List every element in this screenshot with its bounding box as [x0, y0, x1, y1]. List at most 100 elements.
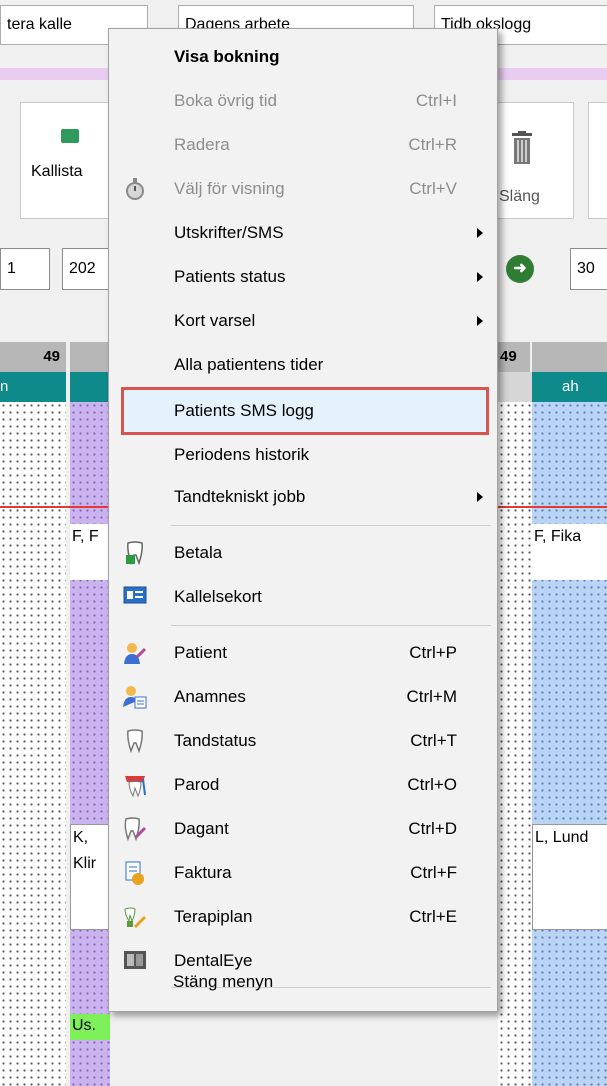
menu-label: Patients status	[174, 267, 286, 286]
trash-icon	[511, 131, 533, 165]
booking-text-k: K,	[73, 829, 89, 846]
menu-label: Kort varsel	[174, 311, 256, 330]
menu-label: Boka övrig tid	[174, 91, 277, 110]
menu-item-boka-ovrig-tid[interactable]: Boka övrig tid Ctrl+I	[109, 81, 497, 121]
kallista-icon	[61, 129, 79, 143]
menu-label: Patients SMS logg	[174, 401, 314, 420]
menu-separator	[171, 525, 491, 526]
menu-label: Utskrifter/SMS	[174, 223, 284, 242]
menu-label: Patient	[174, 643, 227, 662]
menu-item-betala[interactable]: Betala	[109, 533, 497, 573]
column-number-right: 49	[498, 342, 530, 372]
menu-label: Parod	[174, 775, 220, 794]
menu-item-radera[interactable]: Radera Ctrl+R	[109, 125, 497, 165]
parod-icon	[123, 773, 147, 798]
menu-item-kort-varsel[interactable]: Kort varsel	[109, 301, 497, 341]
dagant-icon	[123, 817, 147, 842]
menu-shortcut: Ctrl+P	[409, 643, 457, 662]
column-number-left: 49	[0, 342, 66, 372]
menu-shortcut: Ctrl+F	[410, 863, 457, 882]
menu-item-valj-for-visning[interactable]: Välj för visning Ctrl+V	[109, 169, 497, 209]
tooth-icon	[123, 729, 147, 754]
therapy-plan-icon	[123, 905, 147, 929]
menu-label: Välj för visning	[174, 179, 285, 198]
menu-item-dagant[interactable]: Dagant Ctrl+D	[109, 809, 497, 849]
card-icon	[123, 585, 147, 609]
menu-shortcut: Ctrl+R	[408, 135, 457, 154]
grey-cell-right	[498, 372, 532, 402]
stopwatch-icon	[123, 177, 147, 201]
menu-item-alla-patientens-tider[interactable]: Alla patientens tider	[109, 345, 497, 385]
slang-panel[interactable]: Släng	[492, 102, 574, 219]
booking-cell-k[interactable]: K, Klir	[70, 824, 110, 930]
menu-item-patient[interactable]: Patient Ctrl+P	[109, 633, 497, 673]
submenu-arrow-icon	[477, 228, 483, 238]
booking-cell-us[interactable]: Us.	[70, 1014, 110, 1040]
teal-bar-middle	[70, 372, 110, 402]
submenu-arrow-icon	[477, 316, 483, 326]
booking-cell-lund[interactable]: L, Lund	[532, 824, 607, 930]
menu-item-periodens-historik[interactable]: Periodens historik	[109, 435, 497, 475]
submenu-arrow-icon	[477, 492, 483, 502]
menu-label: Faktura	[174, 863, 232, 882]
menu-label: Periodens historik	[174, 445, 310, 464]
menu-shortcut: Ctrl+O	[407, 775, 457, 794]
kallista-panel[interactable]: Kallista	[20, 102, 112, 219]
menu-label: Kallelsekort	[174, 587, 262, 606]
menu-item-parod[interactable]: Parod Ctrl+O	[109, 765, 497, 805]
menu-label: Dagant	[174, 819, 229, 838]
menu-item-stang-menyn[interactable]: Stäng menyn	[108, 962, 496, 1002]
menu-label: Anamnes	[174, 687, 246, 706]
tooth-payment-icon	[123, 541, 147, 566]
menu-item-patients-sms-logg[interactable]: Patients SMS logg	[109, 391, 497, 431]
menu-shortcut: Ctrl+E	[409, 907, 457, 926]
next-arrow-icon[interactable]: ➜	[506, 255, 534, 283]
menu-item-faktura[interactable]: Faktura Ctrl+F	[109, 853, 497, 893]
menu-label: Alla patientens tider	[174, 355, 324, 374]
menu-shortcut: Ctrl+D	[408, 819, 457, 838]
menu-label: Stäng menyn	[173, 972, 274, 991]
schedule-column-mid-right[interactable]	[498, 402, 532, 1086]
slang-label: Släng	[499, 188, 540, 205]
menu-item-tandstatus[interactable]: Tandstatus Ctrl+T	[109, 721, 497, 761]
teal-bar-left: n	[0, 372, 66, 402]
kallista-label: Kallista	[31, 163, 83, 180]
booking-text-lund: L, Lund	[535, 829, 589, 846]
patient-icon	[123, 641, 147, 665]
teal-bar-right: ah	[532, 372, 607, 402]
menu-item-visa-bokning[interactable]: Visa bokning	[109, 37, 497, 77]
booking-cell-ff[interactable]: F, F	[70, 524, 110, 580]
booking-cell-fika[interactable]: F, Fika	[532, 524, 607, 580]
menu-shortcut: Ctrl+T	[410, 731, 457, 750]
booking-text-fika: F, Fika	[534, 528, 582, 545]
submenu-arrow-icon	[477, 272, 483, 282]
week-number-input[interactable]: 1	[0, 248, 50, 290]
anamnes-icon	[123, 685, 147, 709]
menu-shortcut: Ctrl+M	[406, 687, 457, 706]
date-input-right[interactable]: 30	[570, 248, 607, 290]
menu-item-anamnes[interactable]: Anamnes Ctrl+M	[109, 677, 497, 717]
context-menu: Visa bokning Boka övrig tid Ctrl+I Rader…	[108, 28, 498, 1012]
booking-text-klir: Klir	[73, 855, 97, 872]
booking-text-ff: F, F	[72, 528, 99, 545]
menu-item-patients-status[interactable]: Patients status	[109, 257, 497, 297]
menu-label: Terapiplan	[174, 907, 253, 926]
column-header-right	[532, 342, 607, 372]
menu-label: Tandtekniskt jobb	[174, 487, 306, 506]
extra-panel[interactable]	[588, 102, 607, 219]
menu-item-kallelsekort[interactable]: Kallelsekort	[109, 577, 497, 617]
menu-item-tandtekniskt-jobb[interactable]: Tandtekniskt jobb	[109, 477, 497, 517]
booking-text-us: Us.	[72, 1017, 96, 1034]
menu-separator	[171, 625, 491, 626]
menu-item-terapiplan[interactable]: Terapiplan Ctrl+E	[109, 897, 497, 937]
schedule-column-blue[interactable]	[532, 402, 607, 1086]
menu-shortcut: Ctrl+I	[415, 91, 457, 110]
schedule-column-left[interactable]	[0, 402, 66, 1086]
menu-label: Tandstatus	[174, 731, 257, 750]
menu-shortcut: Ctrl+V	[409, 179, 457, 198]
invoice-icon	[123, 861, 147, 885]
menu-label: Radera	[174, 135, 230, 154]
menu-item-utskrifter-sms[interactable]: Utskrifter/SMS	[109, 213, 497, 253]
menu-label: Visa bokning	[174, 47, 280, 66]
schedule-column-purple[interactable]	[70, 402, 110, 1086]
